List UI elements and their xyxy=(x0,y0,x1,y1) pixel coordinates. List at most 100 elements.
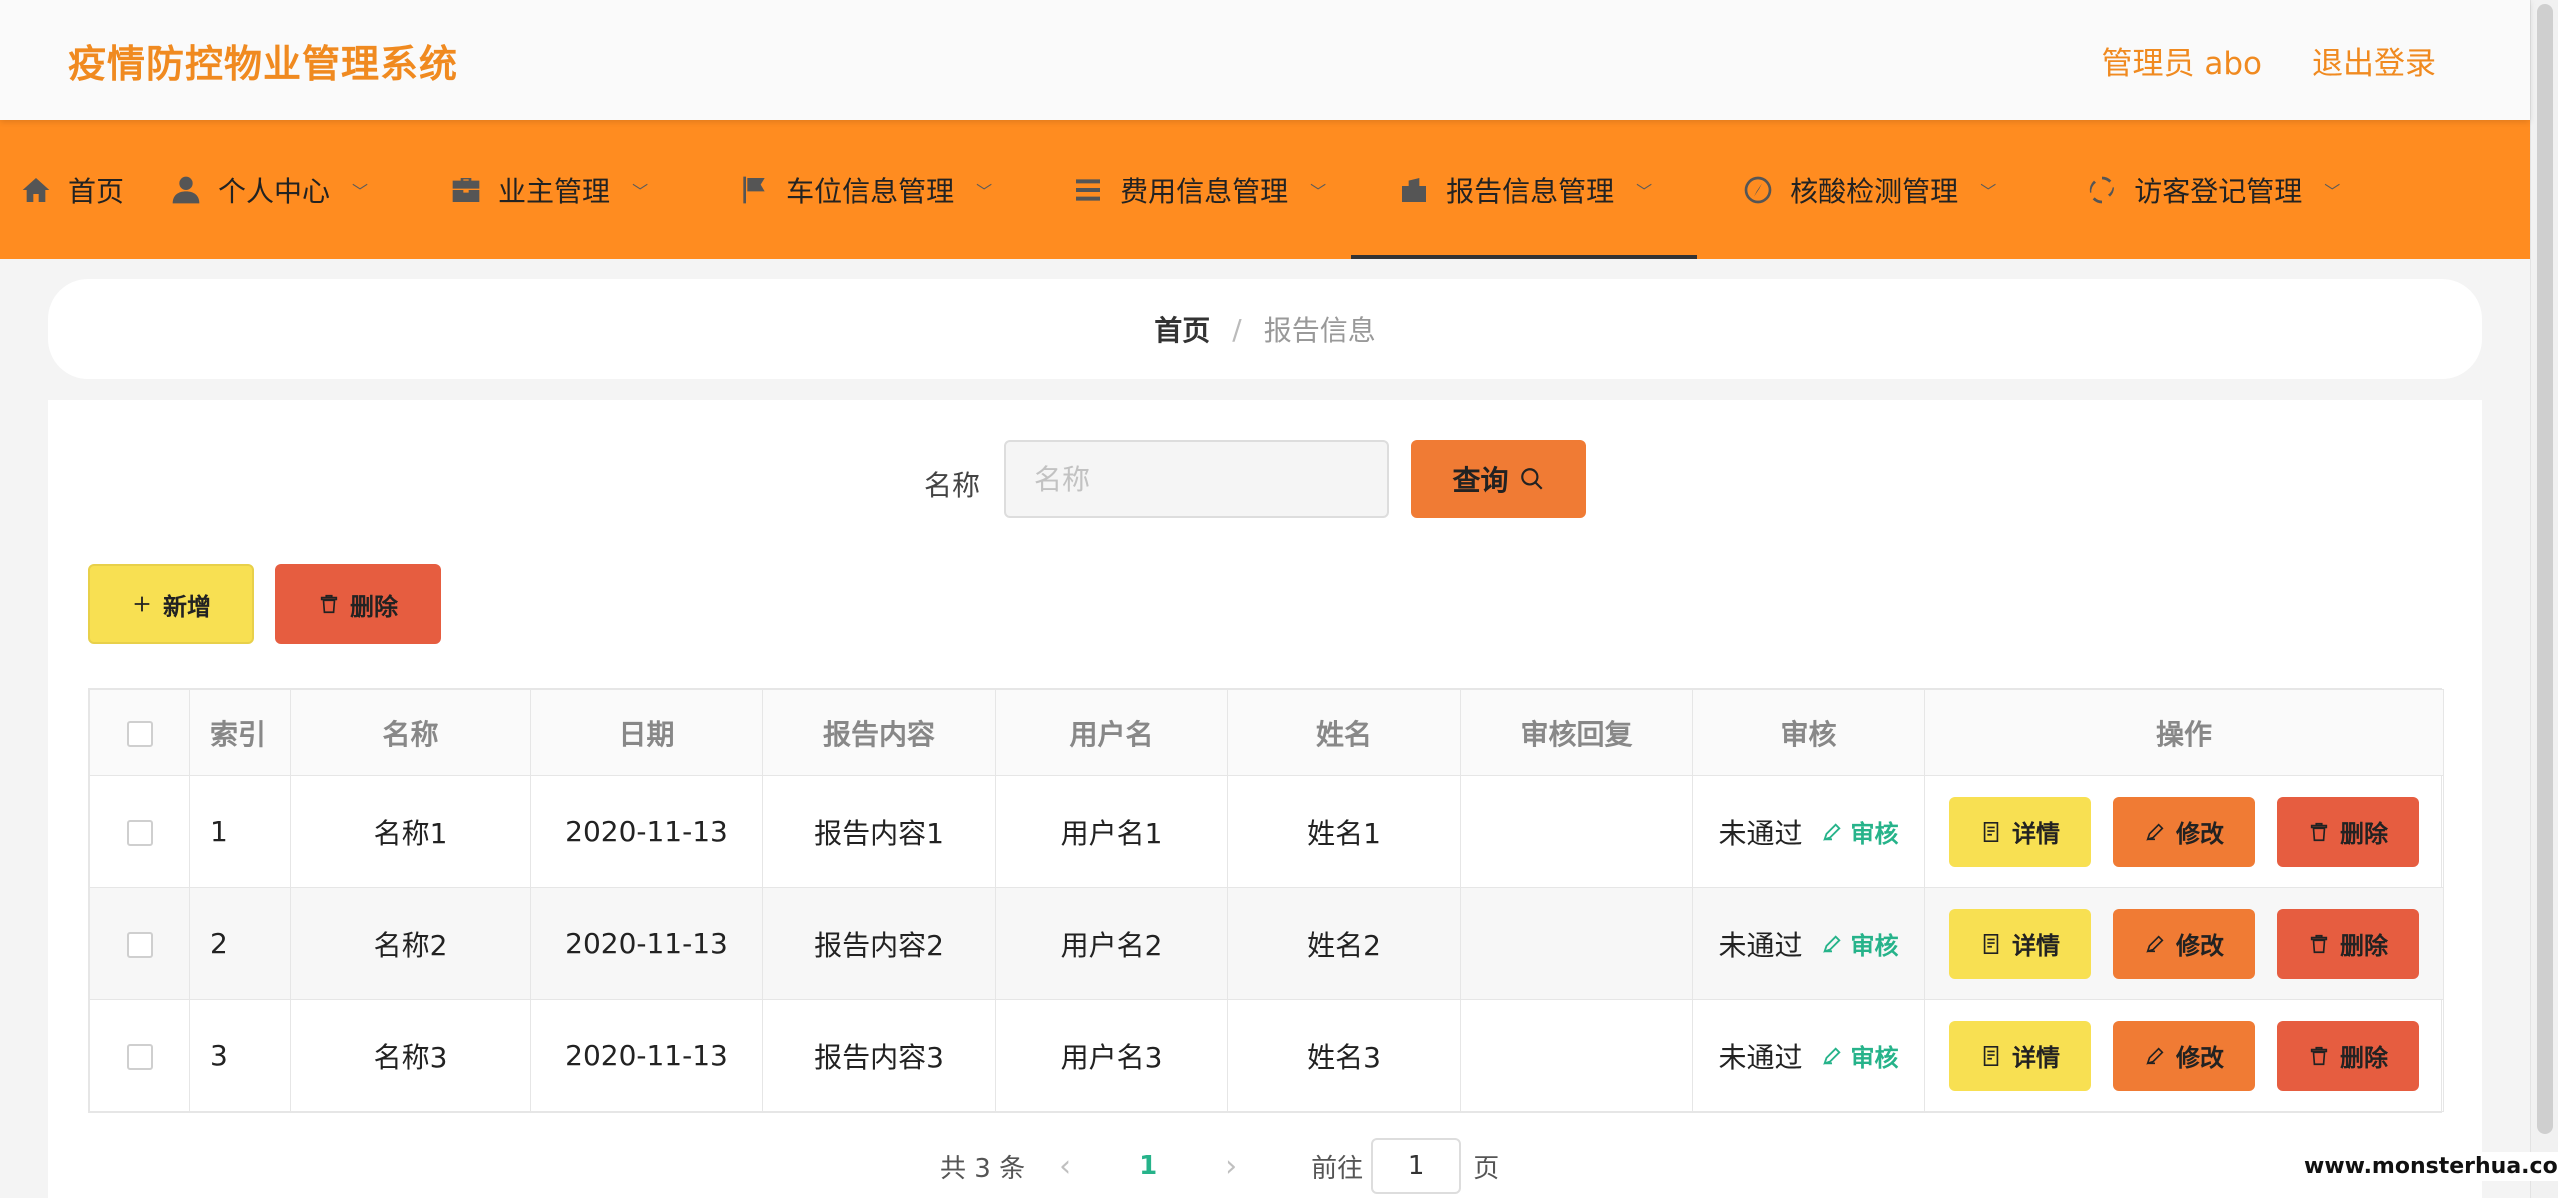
select-all-cell xyxy=(89,689,190,776)
nav-item-parking-management[interactable]: 车位信息管理 ﹀ xyxy=(738,120,992,259)
watermark: www.monsterhua.com xyxy=(2298,1152,2558,1181)
cell-actions: 详情 修改 删除 xyxy=(1924,775,2444,888)
edit-button[interactable]: 修改 xyxy=(2113,908,2255,979)
nav-item-label: 车位信息管理 xyxy=(786,174,955,208)
search-icon xyxy=(1520,468,1543,490)
query-button-label: 查询 xyxy=(1452,464,1509,497)
audit-link[interactable]: 审核 xyxy=(1821,926,1899,961)
cell-audit: 未通过 审核 xyxy=(1692,887,1925,1000)
nav-item-label: 访客登记管理 xyxy=(2134,174,2303,208)
nav-item-home[interactable]: 首页 xyxy=(20,120,124,259)
chevron-down-icon: ﹀ xyxy=(2324,181,2341,201)
cell-actions: 详情 修改 删除 xyxy=(1924,887,2444,1000)
trash-icon xyxy=(2310,1046,2328,1065)
logout-link[interactable]: 退出登录 xyxy=(2312,38,2436,83)
row-select-cell xyxy=(89,775,190,888)
nav-item-label: 费用信息管理 xyxy=(1120,174,1289,208)
top-header: 疫情防控物业管理系统 管理员 abo 退出登录 xyxy=(0,0,2530,120)
prev-page-icon[interactable]: ‹ xyxy=(1059,1149,1071,1184)
pencil-icon xyxy=(2146,822,2164,841)
cell-index: 1 xyxy=(189,775,291,888)
audit-link[interactable]: 审核 xyxy=(1821,814,1899,849)
nav-item-fee-management[interactable]: 费用信息管理 ﹀ xyxy=(1072,120,1326,259)
cell-date: 2020-11-13 xyxy=(530,775,763,888)
nav-item-nucleic-test-management[interactable]: 核酸检测管理 ﹀ xyxy=(1742,120,1996,259)
next-page-icon[interactable]: › xyxy=(1225,1149,1237,1184)
chevron-down-icon: ﹀ xyxy=(1636,181,1653,201)
nav-item-label: 业主管理 xyxy=(498,174,611,208)
detail-button-label: 详情 xyxy=(2012,820,2060,848)
delete-button[interactable]: 删除 xyxy=(2277,1020,2419,1091)
audit-link-label: 审核 xyxy=(1850,820,1899,848)
goto-label: 前往 xyxy=(1311,1153,1364,1184)
cell-audit: 未通过 审核 xyxy=(1692,775,1925,888)
nav-item-report-management[interactable]: 报告信息管理 ﹀ xyxy=(1351,120,1698,259)
cell-name: 名称3 xyxy=(290,999,531,1112)
vertical-scrollbar[interactable] xyxy=(2530,0,2558,1198)
row-checkbox[interactable] xyxy=(126,820,153,846)
cell-reply xyxy=(1460,775,1693,888)
admin-user-label: 管理员 abo xyxy=(2101,45,2263,82)
nav-item-label: 首页 xyxy=(68,174,125,208)
home-icon xyxy=(22,177,50,202)
document-icon xyxy=(1983,821,1999,842)
total-count: 共 3 条 xyxy=(940,1153,1026,1184)
flag-icon xyxy=(743,176,765,203)
edit-button[interactable]: 修改 xyxy=(2113,796,2255,867)
report-icon xyxy=(1402,177,1427,202)
table-row: 2 名称2 2020-11-13 报告内容2 用户名2 姓名2 未通过 审核 详… xyxy=(89,887,2444,1000)
column-header: 姓名 xyxy=(1227,689,1461,776)
cell-realname: 姓名3 xyxy=(1227,999,1461,1112)
batch-delete-button-label: 删除 xyxy=(350,592,398,621)
cell-audit: 未通过 审核 xyxy=(1692,999,1925,1112)
row-checkbox[interactable] xyxy=(126,1044,153,1070)
main-nav: 首页 个人中心 ﹀ 业主管理 ﹀ 车位信息管理 ﹀ 费用信息管理 ﹀ 报告信息管… xyxy=(0,120,2530,259)
select-all-checkbox[interactable] xyxy=(126,721,153,747)
breadcrumb-home[interactable]: 首页 xyxy=(1154,309,1210,349)
report-table: 索引 名称 日期 报告内容 用户名 姓名 审核回复 审核 操作 1 名称1 20… xyxy=(88,688,2444,1113)
pencil-icon xyxy=(2146,1046,2164,1065)
cell-date: 2020-11-13 xyxy=(530,999,763,1112)
query-button[interactable]: 查询 xyxy=(1411,440,1586,518)
search-input[interactable] xyxy=(1004,440,1389,518)
column-header: 审核回复 xyxy=(1460,689,1693,776)
cell-realname: 姓名2 xyxy=(1227,887,1461,1000)
pencil-icon xyxy=(1822,1046,1841,1065)
delete-button-label: 删除 xyxy=(2340,820,2388,848)
add-button[interactable]: 新增 xyxy=(88,564,254,644)
table-row: 1 名称1 2020-11-13 报告内容1 用户名1 姓名1 未通过 审核 详… xyxy=(89,775,2444,888)
cell-actions: 详情 修改 删除 xyxy=(1924,999,2444,1112)
row-checkbox[interactable] xyxy=(126,932,153,958)
cell-reply xyxy=(1460,887,1693,1000)
edit-button[interactable]: 修改 xyxy=(2113,1020,2255,1091)
scrollbar-thumb[interactable] xyxy=(2537,4,2553,1134)
batch-delete-button[interactable]: 删除 xyxy=(275,564,441,644)
trash-icon xyxy=(2310,934,2328,953)
page-number-current[interactable]: 1 xyxy=(1139,1151,1157,1181)
nav-item-label: 报告信息管理 xyxy=(1446,174,1615,208)
audit-status: 未通过 xyxy=(1718,928,1803,962)
detail-button[interactable]: 详情 xyxy=(1949,796,2091,867)
audit-link[interactable]: 审核 xyxy=(1821,1038,1899,1073)
nav-item-owner-management[interactable]: 业主管理 ﹀ xyxy=(450,120,648,259)
user-icon xyxy=(172,176,200,203)
cell-content: 报告内容3 xyxy=(762,999,996,1112)
breadcrumb-separator: / xyxy=(1232,312,1242,346)
nav-item-visitor-management[interactable]: 访客登记管理 ﹀ xyxy=(2086,120,2340,259)
delete-button[interactable]: 删除 xyxy=(2277,796,2419,867)
column-header: 名称 xyxy=(290,689,531,776)
cell-username: 用户名2 xyxy=(995,887,1228,1000)
cell-content: 报告内容1 xyxy=(762,775,996,888)
delete-button[interactable]: 删除 xyxy=(2277,908,2419,979)
page-suffix: 页 xyxy=(1473,1153,1500,1184)
chevron-down-icon: ﹀ xyxy=(632,181,649,201)
chevron-down-icon: ﹀ xyxy=(352,181,369,201)
goto-page-input[interactable] xyxy=(1371,1138,1462,1194)
detail-button[interactable]: 详情 xyxy=(1949,908,2091,979)
nav-item-personal-center[interactable]: 个人中心 ﹀ xyxy=(170,120,368,259)
document-icon xyxy=(1983,933,1999,954)
trash-icon xyxy=(2310,822,2328,841)
dashed-circle-icon xyxy=(2090,176,2115,203)
edit-button-label: 修改 xyxy=(2176,1044,2224,1072)
detail-button[interactable]: 详情 xyxy=(1949,1020,2091,1091)
